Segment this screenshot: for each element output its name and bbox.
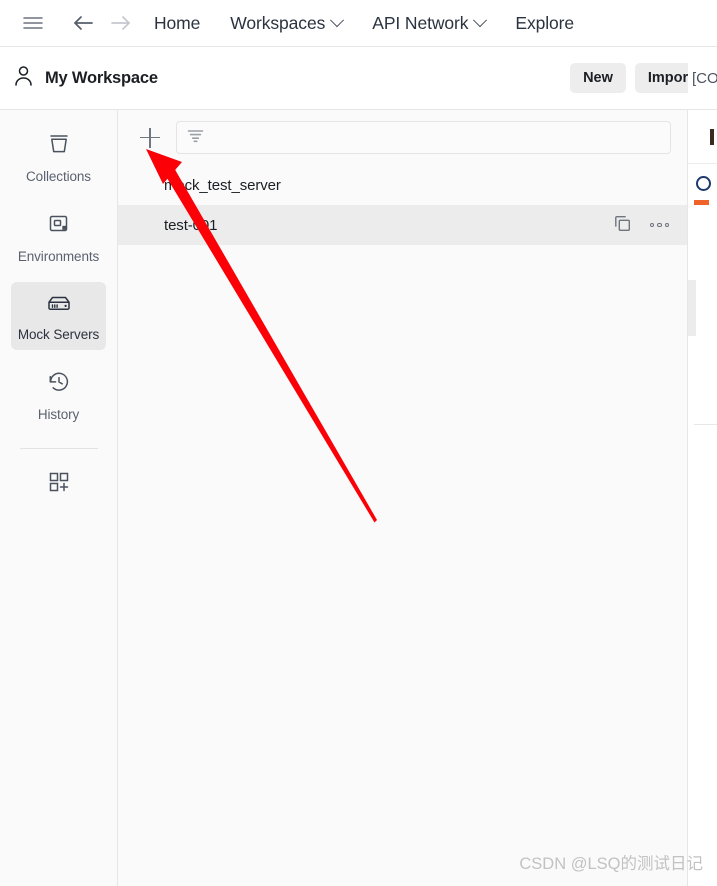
mock-server-name: mock_test_server xyxy=(164,176,281,194)
workspace-header: My Workspace New Import xyxy=(0,47,717,110)
request-method-indicator-row xyxy=(688,110,717,164)
sidebar-item-collections[interactable]: Collections xyxy=(11,122,106,192)
arrow-left-icon[interactable] xyxy=(68,8,98,38)
person-icon xyxy=(14,65,33,91)
chevron-down-icon xyxy=(330,13,345,28)
mock-server-name: test-001 xyxy=(164,216,218,234)
add-apps-grid-icon xyxy=(46,469,72,500)
workspace-title: My Workspace xyxy=(45,68,158,87)
nav-link-api-network-label: API Network xyxy=(372,12,469,33)
mock-server-row-2[interactable]: test-001 xyxy=(118,205,687,245)
more-options-icon[interactable] xyxy=(649,222,669,228)
history-icon xyxy=(46,369,72,400)
right-panel-divider xyxy=(694,424,717,425)
sidebar-item-environments-label: Environments xyxy=(17,249,100,264)
sidebar-item-environments[interactable]: Environments xyxy=(11,202,106,272)
filter-icon xyxy=(187,128,204,148)
nav-link-home[interactable]: Home xyxy=(154,13,200,34)
chevron-down-icon xyxy=(473,13,488,28)
nav-link-workspaces-label: Workspaces xyxy=(230,12,326,33)
left-sidebar: Collections Environments Mock Servers Hi… xyxy=(0,110,118,886)
workspace-body: Collections Environments Mock Servers Hi… xyxy=(0,110,717,886)
sidebar-item-collections-label: Collections xyxy=(26,169,91,184)
nav-link-workspaces[interactable]: Workspaces xyxy=(230,12,345,34)
sidebar-item-add-apps[interactable] xyxy=(11,465,106,508)
request-tab-label: [CO xyxy=(692,69,717,87)
sidebar-item-mock-servers-label: Mock Servers xyxy=(17,327,100,342)
sidebar-item-history[interactable]: History xyxy=(11,360,106,430)
mock-list-toolbar xyxy=(118,110,687,165)
watermark: CSDN @LSQ的测试日记 xyxy=(519,855,703,873)
copy-icon[interactable] xyxy=(613,214,632,237)
mock-server-row-actions xyxy=(613,214,669,237)
mock-servers-icon xyxy=(45,291,73,320)
arrow-right-icon[interactable] xyxy=(106,8,136,38)
mock-server-row-1[interactable]: mock_test_server xyxy=(118,165,687,205)
nav-link-explore[interactable]: Explore xyxy=(515,13,574,34)
request-url-row-clipped xyxy=(688,164,717,205)
filter-input[interactable] xyxy=(204,129,670,146)
sidebar-divider xyxy=(19,448,98,449)
filter-input-wrapper[interactable] xyxy=(176,121,671,154)
nav-link-home-label: Home xyxy=(154,12,201,33)
collections-icon xyxy=(46,131,72,162)
nav-link-api-network[interactable]: API Network xyxy=(372,12,488,34)
hamburger-menu-icon[interactable] xyxy=(18,8,48,38)
right-request-panel-clipped xyxy=(688,110,717,886)
request-tab-clipped[interactable]: [CO xyxy=(688,47,717,110)
status-circle-icon xyxy=(696,176,711,191)
request-method-accent xyxy=(710,128,714,145)
orange-accent-chip xyxy=(694,200,709,205)
new-button[interactable]: New xyxy=(570,62,626,94)
add-mock-server-button[interactable] xyxy=(140,127,160,148)
sidebar-item-history-label: History xyxy=(37,407,80,422)
sidebar-item-mock-servers[interactable]: Mock Servers xyxy=(11,282,106,350)
right-selection-block xyxy=(688,280,696,336)
environments-icon xyxy=(46,211,72,242)
mock-servers-panel: mock_test_server test-001 xyxy=(118,110,688,886)
top-navigation-bar: Home Workspaces API Network Explore xyxy=(0,0,717,47)
nav-link-explore-label: Explore xyxy=(515,12,575,33)
